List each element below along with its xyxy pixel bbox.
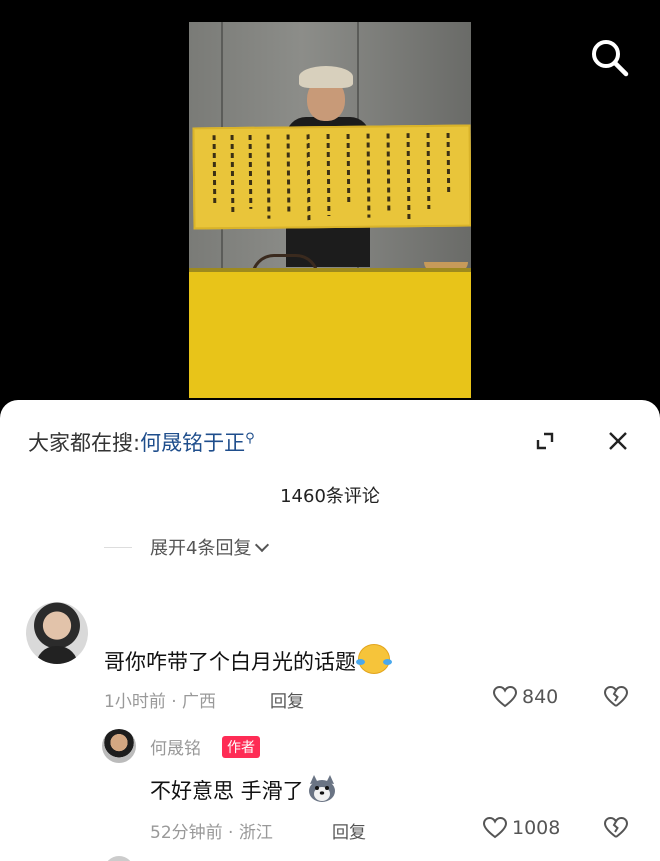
reply-button[interactable]: 回复	[270, 687, 304, 712]
husky-dog-sticker-icon	[306, 774, 338, 804]
avatar[interactable]	[102, 729, 136, 763]
avatar[interactable]	[26, 602, 88, 664]
calligraphy-scroll	[192, 124, 471, 230]
hot-search-prefix: 大家都在搜:	[28, 431, 141, 455]
dislike-button[interactable]	[603, 815, 629, 841]
calligraphy-column	[446, 132, 451, 193]
comment-text: 哥你咋带了个白月光的话题	[104, 644, 392, 676]
calligraphy-column	[366, 133, 371, 218]
hot-search-link[interactable]: 大家都在搜:何晟铭于正⚲	[28, 427, 255, 457]
comment-text-content: 不好意思 手滑了	[150, 779, 304, 803]
comment-sheet: 大家都在搜:何晟铭于正⚲ 1460条评论 展开4条回复 哥你咋带了个白月光的话题…	[0, 400, 660, 861]
divider-line	[104, 547, 132, 548]
heart-icon	[492, 685, 518, 708]
yellow-table	[189, 272, 471, 398]
comment-text-content: 哥你咋带了个白月光的话题	[104, 650, 356, 674]
author-badge: 作者	[222, 736, 260, 758]
calligraphy-column	[426, 132, 431, 210]
calligraphy-column	[230, 135, 235, 216]
close-icon[interactable]	[605, 428, 631, 454]
hot-search-term[interactable]: 何晟铭于正	[140, 431, 245, 455]
search-icon[interactable]	[588, 36, 632, 80]
heart-icon	[482, 816, 508, 839]
search-mini-icon: ⚲	[245, 431, 255, 446]
comment-meta: 1小时前 · 广西	[104, 692, 217, 712]
calligraphy-column	[346, 133, 351, 204]
calligraphy-column	[286, 134, 291, 213]
video-area[interactable]	[0, 0, 660, 400]
calligraphy-column	[266, 134, 271, 219]
calligraphy-column	[326, 134, 331, 217]
calligraphy-column	[386, 133, 391, 214]
laughing-tears-emoji-icon	[356, 644, 392, 674]
chevron-down-icon	[255, 537, 270, 552]
like-button[interactable]: 1008	[482, 815, 560, 841]
comment-meta: 52分钟前 · 浙江	[150, 823, 273, 843]
video-frame[interactable]	[189, 22, 471, 398]
broken-heart-icon	[603, 685, 629, 707]
expand-icon[interactable]	[532, 428, 558, 454]
comment-text: 不好意思 手滑了	[150, 774, 338, 805]
like-count: 1008	[512, 817, 561, 839]
reply-button[interactable]: 回复	[332, 818, 366, 843]
comment-count: 1460条评论	[280, 486, 380, 507]
calligraphy-column	[306, 134, 311, 221]
avatar[interactable]	[104, 856, 134, 861]
expand-replies-button[interactable]: 展开4条回复	[104, 534, 270, 560]
broken-heart-icon	[603, 816, 629, 838]
dislike-button[interactable]	[603, 684, 629, 710]
bucket-hat	[299, 66, 353, 88]
calligraphy-column	[212, 135, 217, 206]
calligraphy-column	[248, 134, 253, 209]
comment-username[interactable]: 何晟铭	[150, 734, 201, 759]
like-button[interactable]: 840	[492, 684, 558, 710]
calligraphy-column	[406, 133, 411, 220]
expand-replies-label: 展开4条回复	[150, 538, 252, 559]
like-count: 840	[522, 686, 559, 708]
